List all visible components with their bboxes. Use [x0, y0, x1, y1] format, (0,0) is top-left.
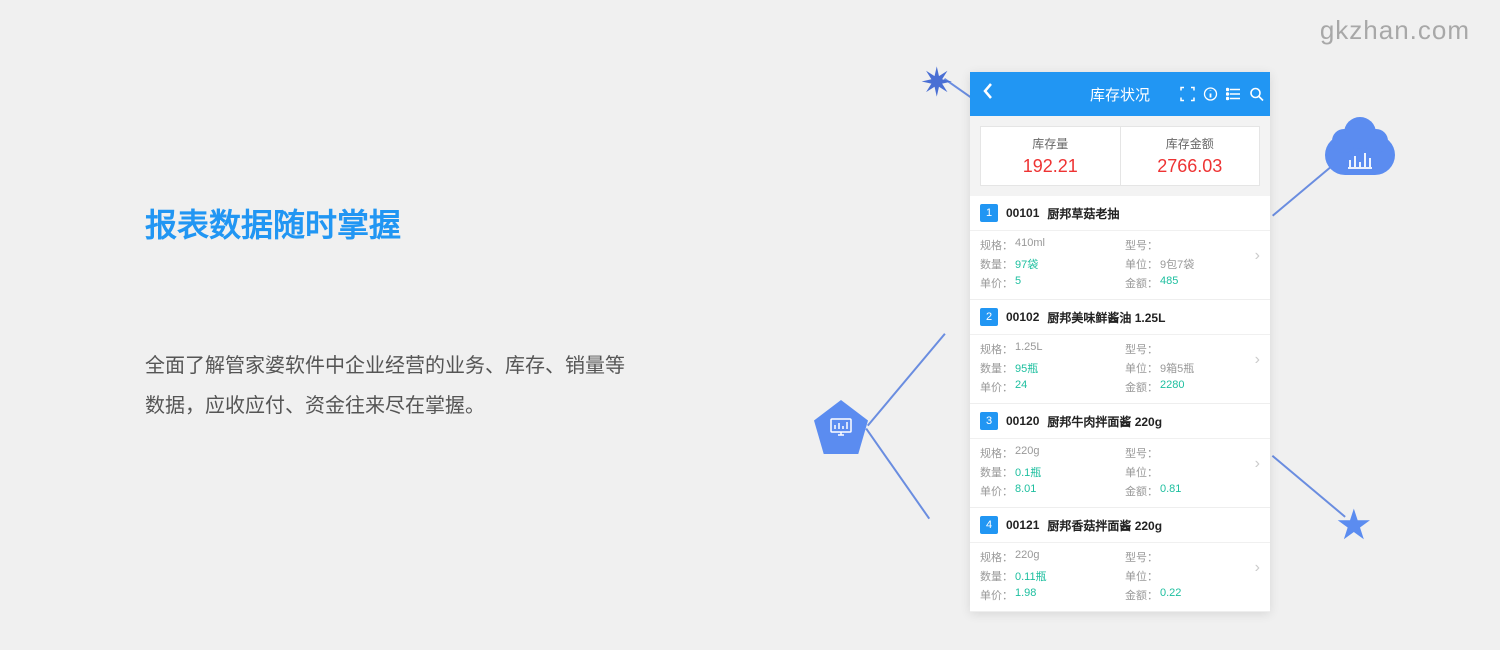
back-button[interactable] — [982, 82, 994, 106]
page-title: 库存状况 — [1090, 84, 1150, 105]
spec-value: 410ml — [1015, 237, 1045, 253]
chevron-right-icon: › — [1255, 351, 1260, 369]
qty-label: 数量： — [980, 568, 1013, 584]
marketing-title: 报表数据随时掌握 — [145, 200, 625, 246]
unit-value: 9包7袋 — [1160, 256, 1194, 272]
spec-label: 规格： — [980, 341, 1013, 357]
unit-value: 9箱5瓶 — [1160, 360, 1194, 376]
amount-value: 0.22 — [1160, 587, 1181, 603]
qty-value: 95瓶 — [1015, 360, 1038, 376]
list-item[interactable]: 4 00121 厨邦香菇拌面酱 220g 规格：220g 型号： 数量：0.11… — [970, 508, 1270, 612]
unit-label: 单位： — [1125, 464, 1158, 480]
item-name: 厨邦香菇拌面酱 220g — [1047, 517, 1162, 534]
summary-qty[interactable]: 库存量 192.21 — [980, 126, 1120, 186]
item-index: 3 — [980, 412, 998, 430]
qty-label: 数量： — [980, 464, 1013, 480]
price-label: 单价： — [980, 275, 1013, 291]
spec-label: 规格： — [980, 445, 1013, 461]
qty-value: 0.1瓶 — [1015, 464, 1041, 480]
spec-label: 规格： — [980, 549, 1013, 565]
list-icon[interactable] — [1226, 87, 1241, 102]
item-index: 4 — [980, 516, 998, 534]
qty-value: 97袋 — [1015, 256, 1038, 272]
model-label: 型号： — [1125, 445, 1158, 461]
list-item[interactable]: 3 00120 厨邦牛肉拌面酱 220g 规格：220g 型号： 数量：0.1瓶… — [970, 404, 1270, 508]
amount-label: 金额： — [1125, 275, 1158, 291]
amount-value: 2280 — [1160, 379, 1184, 395]
list-item[interactable]: 1 00101 厨邦草菇老抽 规格：410ml 型号： 数量：97袋 单位：9包… — [970, 196, 1270, 300]
qty-label: 数量： — [980, 360, 1013, 376]
summary-amount-label: 库存金额 — [1121, 135, 1260, 152]
spec-label: 规格： — [980, 237, 1013, 253]
amount-value: 485 — [1160, 275, 1178, 291]
item-list: 1 00101 厨邦草菇老抽 规格：410ml 型号： 数量：97袋 单位：9包… — [970, 196, 1270, 612]
price-value: 24 — [1015, 379, 1027, 395]
summary-qty-label: 库存量 — [981, 135, 1120, 152]
spec-value: 220g — [1015, 445, 1039, 461]
chevron-right-icon: › — [1255, 455, 1260, 473]
unit-label: 单位： — [1125, 360, 1158, 376]
summary-qty-value: 192.21 — [981, 156, 1120, 177]
list-item[interactable]: 2 00102 厨邦美味鲜酱油 1.25L 规格：1.25L 型号： 数量：95… — [970, 300, 1270, 404]
spec-value: 1.25L — [1015, 341, 1043, 357]
info-icon[interactable] — [1203, 87, 1218, 102]
item-name: 厨邦草菇老抽 — [1047, 205, 1119, 222]
star-icon: ★ — [1335, 500, 1373, 549]
amount-value: 0.81 — [1160, 483, 1181, 499]
chevron-right-icon: › — [1255, 559, 1260, 577]
price-label: 单价： — [980, 483, 1013, 499]
item-name: 厨邦美味鲜酱油 1.25L — [1047, 309, 1165, 326]
unit-label: 单位： — [1125, 256, 1158, 272]
amount-label: 金额： — [1125, 379, 1158, 395]
watermark-text: gkzhan.com — [1320, 15, 1470, 46]
qty-label: 数量： — [980, 256, 1013, 272]
qty-value: 0.11瓶 — [1015, 568, 1047, 584]
chevron-right-icon: › — [1255, 247, 1260, 265]
item-index: 1 — [980, 204, 998, 222]
price-value: 5 — [1015, 275, 1021, 291]
amount-label: 金额： — [1125, 483, 1158, 499]
model-label: 型号： — [1125, 341, 1158, 357]
phone-header: 库存状况 — [970, 72, 1270, 116]
marketing-panel: 报表数据随时掌握 全面了解管家婆软件中企业经营的业务、库存、销量等数据，应收应付… — [145, 200, 625, 426]
amount-label: 金额： — [1125, 587, 1158, 603]
phone-mockup: 库存状况 — [970, 72, 1270, 612]
scan-icon[interactable] — [1180, 87, 1195, 102]
price-value: 1.98 — [1015, 587, 1036, 603]
spec-value: 220g — [1015, 549, 1039, 565]
item-name: 厨邦牛肉拌面酱 220g — [1047, 413, 1162, 430]
summary-amount[interactable]: 库存金额 2766.03 — [1120, 126, 1261, 186]
model-label: 型号： — [1125, 237, 1158, 253]
burst-icon: ✷ — [920, 60, 954, 106]
item-code: 00102 — [1006, 310, 1039, 324]
monitor-icon — [814, 400, 868, 454]
summary-panel: 库存量 192.21 库存金额 2766.03 — [970, 116, 1270, 196]
model-label: 型号： — [1125, 549, 1158, 565]
price-label: 单价： — [980, 587, 1013, 603]
decorative-line — [865, 428, 930, 519]
decorative-line — [867, 333, 946, 426]
price-value: 8.01 — [1015, 483, 1036, 499]
summary-amount-value: 2766.03 — [1121, 156, 1260, 177]
item-index: 2 — [980, 308, 998, 326]
item-code: 00121 — [1006, 518, 1039, 532]
unit-label: 单位： — [1125, 568, 1158, 584]
marketing-description: 全面了解管家婆软件中企业经营的业务、库存、销量等数据，应收应付、资金往来尽在掌握… — [145, 346, 625, 426]
cloud-chart-icon — [1320, 115, 1400, 175]
item-code: 00101 — [1006, 206, 1039, 220]
price-label: 单价： — [980, 379, 1013, 395]
item-code: 00120 — [1006, 414, 1039, 428]
search-icon[interactable] — [1249, 87, 1264, 102]
